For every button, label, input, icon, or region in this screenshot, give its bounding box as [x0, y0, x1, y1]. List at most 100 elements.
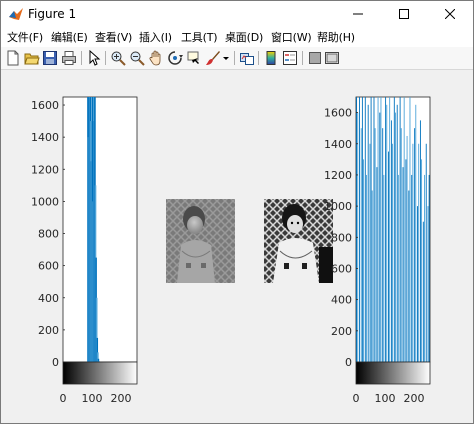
legend-button[interactable]	[282, 50, 298, 66]
menu-tools[interactable]: 工具(T)	[181, 29, 218, 45]
data-cursor-icon	[187, 51, 199, 64]
hist1-y-tick-label: 600	[38, 260, 59, 273]
hist2-y-tick-label: 1600	[324, 107, 352, 120]
figure-canvas: 0 200 400 600 800 1000 1200 1400 1600 0 100 200	[1, 70, 473, 423]
hist2-bar	[377, 97, 379, 362]
original-image	[166, 199, 235, 283]
hist2-bar	[356, 97, 358, 362]
hist1-x-tick-label: 100	[82, 392, 103, 405]
hist2-bar	[405, 159, 407, 362]
hist2-bar	[369, 143, 371, 362]
colorbar-icon	[266, 51, 276, 65]
chevron-down-icon	[223, 57, 229, 60]
hist2-bar	[422, 221, 424, 362]
hist2-bar	[409, 97, 411, 362]
hist2-bar	[367, 104, 369, 362]
close-button[interactable]	[427, 1, 473, 27]
close-icon	[445, 9, 455, 19]
hist2-bar	[425, 143, 427, 362]
hist2-bar	[364, 97, 366, 362]
hide-plot-tools-button[interactable]	[307, 50, 323, 66]
save-button[interactable]	[42, 50, 58, 66]
menu-desktop[interactable]: 桌面(D)	[225, 29, 263, 45]
hist2-y-tick-label: 1000	[324, 200, 352, 213]
hist2-bar	[359, 97, 360, 362]
matlab-app-icon	[9, 8, 23, 20]
toolbar-separator	[258, 51, 259, 65]
brush-button[interactable]	[205, 50, 221, 66]
hist2-bar	[419, 120, 421, 362]
hist2-bar	[386, 104, 388, 362]
link-plot-button[interactable]	[239, 50, 255, 66]
link-plot-icon	[240, 53, 254, 65]
menu-view[interactable]: 查看(V)	[95, 29, 132, 45]
hist2-y-tick-label: 800	[331, 231, 352, 244]
menu-help[interactable]: 帮助(H)	[317, 29, 355, 45]
hist2-bar	[389, 97, 391, 362]
minimize-button[interactable]	[335, 1, 381, 27]
hist2-bar	[374, 128, 376, 362]
hist2-y-tick-label: 0	[345, 356, 352, 369]
hist2-y-tick-label: 1200	[324, 169, 352, 182]
histogram-original: 0 200 400 600 800 1000 1200 1400 1600 0 100 200	[31, 96, 138, 405]
hist1-x-tick-label: 200	[111, 392, 132, 405]
hist2-bar	[390, 120, 392, 362]
maximize-button[interactable]	[381, 1, 427, 27]
hist2-bar	[424, 174, 425, 362]
hist2-bar	[400, 128, 402, 362]
hist1-y-tick-label: 400	[38, 292, 59, 305]
hist2-bar	[380, 97, 382, 362]
hist2-bar	[397, 174, 399, 362]
zoom-in-button[interactable]	[110, 50, 126, 66]
hist2-y-tick-label: 600	[331, 262, 352, 275]
title-bar: Figure 1	[1, 1, 473, 27]
toolbar-separator	[302, 51, 303, 65]
colorbar-button[interactable]	[263, 50, 279, 66]
open-file-icon	[24, 53, 40, 65]
menu-window[interactable]: 窗口(W)	[271, 29, 312, 45]
hist2-bar	[406, 135, 408, 362]
menu-bar: 文件(F) 编辑(E) 查看(V) 插入(I) 工具(T) 桌面(D) 窗口(W…	[1, 27, 473, 47]
print-button[interactable]	[61, 50, 77, 66]
hist2-bar	[373, 97, 375, 362]
print-icon	[62, 51, 76, 65]
rotate-3d-icon	[168, 51, 183, 65]
hist2-x-tick-labels: 0 100 200	[353, 392, 425, 405]
hist1-y-tick-label: 800	[38, 228, 59, 241]
hist2-bar	[428, 174, 430, 362]
show-plot-tools-button[interactable]	[324, 50, 340, 66]
hist2-bar	[412, 143, 414, 362]
hist2-x-tick-label: 100	[375, 392, 396, 405]
hist2-bar	[393, 97, 395, 362]
hist1-x-tick-label: 0	[60, 392, 67, 405]
hist2-bar	[361, 97, 363, 362]
new-figure-button[interactable]	[5, 50, 21, 66]
zoom-in-icon	[111, 51, 126, 66]
save-icon	[43, 51, 57, 65]
hist2-bar	[395, 112, 396, 363]
menu-edit[interactable]: 编辑(E)	[51, 29, 88, 45]
rotate-3d-button[interactable]	[167, 50, 183, 66]
hist2-y-tick-label: 200	[331, 325, 352, 338]
menu-insert[interactable]: 插入(I)	[139, 29, 172, 45]
pan-icon	[149, 50, 161, 66]
hist1-y-tick-label: 1000	[31, 195, 59, 208]
hist1-y-tick-label: 1200	[31, 163, 59, 176]
data-cursor-button[interactable]	[186, 50, 202, 66]
hist2-y-tick-label: 400	[331, 294, 352, 307]
brush-dropdown[interactable]	[222, 50, 230, 66]
hist2-bar	[388, 151, 389, 362]
hist1-y-tick-label: 1600	[31, 99, 59, 112]
zoom-out-button[interactable]	[129, 50, 145, 66]
pan-button[interactable]	[148, 50, 164, 66]
open-file-button[interactable]	[24, 50, 40, 66]
hist2-bar	[376, 167, 378, 362]
menu-file[interactable]: 文件(F)	[7, 29, 43, 45]
hist1-plot-area	[62, 96, 138, 363]
pointer-button[interactable]	[86, 50, 102, 66]
hist2-x-tick-label: 200	[404, 392, 425, 405]
hist2-bar	[360, 128, 362, 362]
hist2-bar	[392, 143, 394, 362]
window-title: Figure 1	[28, 7, 77, 21]
figure-toolbar	[1, 47, 473, 70]
